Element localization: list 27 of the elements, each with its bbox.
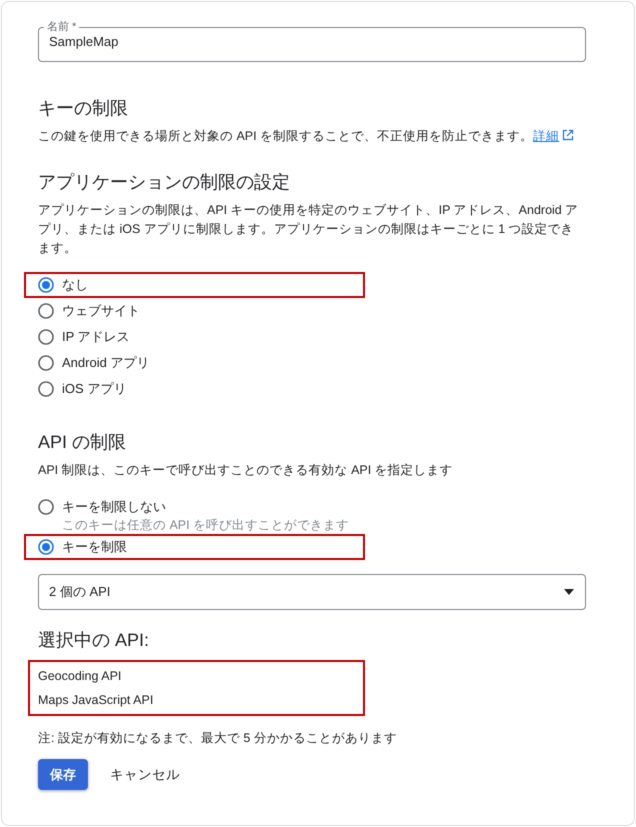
section-heading: キーの制限	[38, 97, 129, 120]
details-link[interactable]: 詳細	[533, 129, 574, 143]
radio-option[interactable]: キーを制限しない	[38, 496, 166, 518]
radio-option[interactable]: キーを制限	[38, 536, 127, 558]
cancel-button[interactable]: キャンセル	[110, 766, 180, 784]
radio-option[interactable]: IP アドレス	[38, 326, 130, 348]
field-value: SampleMap	[49, 34, 118, 49]
external-link-icon	[562, 129, 574, 141]
section-heading: アプリケーションの制限の設定	[38, 171, 291, 194]
radio-option[interactable]: Android アプリ	[38, 352, 150, 374]
name-field[interactable]: 名前 * SampleMap	[38, 20, 586, 62]
section-description: API 制限は、このキーで呼び出すことのできる有効な API を指定します	[38, 462, 454, 479]
radio-option[interactable]: iOS アプリ	[38, 378, 126, 400]
option-hint: このキーは任意の API を呼び出すことができます	[62, 518, 350, 532]
section-heading: 選択中の API:	[38, 629, 150, 652]
api-name: Geocoding API	[38, 668, 122, 685]
api-dropdown[interactable]: 2 個の API	[38, 574, 586, 610]
save-button[interactable]: 保存	[38, 759, 88, 790]
section-heading: API の制限	[38, 431, 128, 454]
field-label: 名前 *	[46, 20, 78, 34]
radio-option[interactable]: なし	[38, 274, 88, 296]
api-name: Maps JavaScript API	[38, 692, 154, 709]
section-description: この鍵を使用できる場所と対象の API を制限することで、不正使用を防止できます。詳細	[38, 127, 586, 146]
section-description: アプリケーションの制限は、API キーの使用を特定のウェブサイト、IP アドレス、Android アプリ、または iOS アプリに制限します。アプリケーションの制限はキーごとに 1 つ設定できます。	[38, 202, 580, 257]
note-text: 注: 設定が有効になるまで、最大で 5 分かかることがあります	[38, 730, 398, 747]
caret-icon	[563, 588, 575, 596]
radio-option[interactable]: ウェブサイト	[38, 300, 140, 322]
